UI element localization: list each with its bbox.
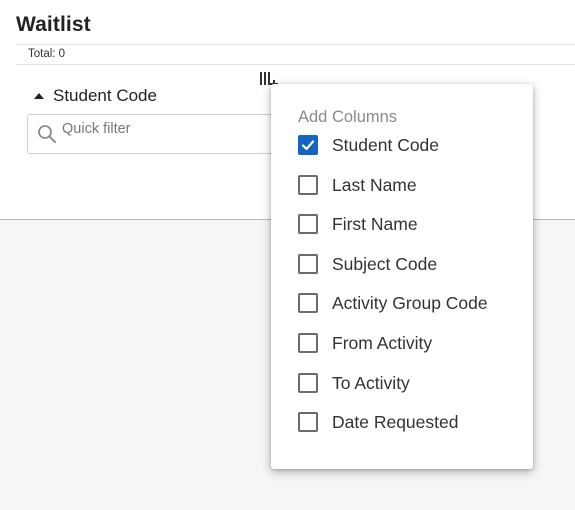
add-columns-menu: Add Columns Student Code Last Name First… bbox=[271, 84, 533, 469]
checkbox-unchecked[interactable] bbox=[298, 293, 318, 313]
checkbox-unchecked[interactable] bbox=[298, 254, 318, 274]
menu-item-label: Date Requested bbox=[332, 411, 459, 432]
total-count-bar: Total: 0 bbox=[16, 44, 575, 65]
menu-item-first-name[interactable]: First Name bbox=[298, 211, 523, 237]
search-icon bbox=[38, 125, 56, 143]
menu-item-from-activity[interactable]: From Activity bbox=[298, 330, 523, 356]
checkbox-unchecked[interactable] bbox=[298, 373, 318, 393]
menu-item-to-activity[interactable]: To Activity bbox=[298, 370, 523, 396]
menu-item-label: From Activity bbox=[332, 332, 433, 353]
menu-heading: Add Columns bbox=[298, 108, 398, 126]
waitlist-page: Waitlist Total: 0 Student Code Quick fil… bbox=[0, 0, 575, 510]
check-icon bbox=[301, 140, 315, 151]
menu-item-label: To Activity bbox=[332, 372, 410, 393]
column-header-student-code[interactable]: Student Code bbox=[34, 86, 157, 106]
checkbox-checked[interactable] bbox=[298, 135, 318, 155]
checkbox-unchecked[interactable] bbox=[298, 214, 318, 234]
checkbox-unchecked[interactable] bbox=[298, 412, 318, 432]
menu-item-date-requested[interactable]: Date Requested bbox=[298, 409, 523, 435]
menu-item-label: Activity Group Code bbox=[332, 292, 488, 313]
menu-item-last-name[interactable]: Last Name bbox=[298, 172, 523, 198]
total-count: Total: 0 bbox=[28, 48, 66, 60]
checkbox-unchecked[interactable] bbox=[298, 175, 318, 195]
quick-filter-input[interactable] bbox=[62, 119, 282, 139]
column-header-label: Student Code bbox=[53, 86, 157, 105]
page-title: Waitlist bbox=[16, 13, 91, 36]
quick-filter-field[interactable] bbox=[27, 114, 287, 154]
menu-item-label: Last Name bbox=[332, 174, 417, 195]
sort-ascending-icon bbox=[34, 93, 44, 99]
menu-item-subject-code[interactable]: Subject Code bbox=[298, 251, 523, 277]
checkbox-unchecked[interactable] bbox=[298, 333, 318, 353]
menu-item-label: First Name bbox=[332, 213, 418, 234]
menu-item-label: Subject Code bbox=[332, 253, 438, 274]
menu-item-activity-group-code[interactable]: Activity Group Code bbox=[298, 290, 523, 316]
menu-item-label: Student Code bbox=[332, 134, 440, 155]
menu-item-student-code[interactable]: Student Code bbox=[298, 132, 523, 158]
